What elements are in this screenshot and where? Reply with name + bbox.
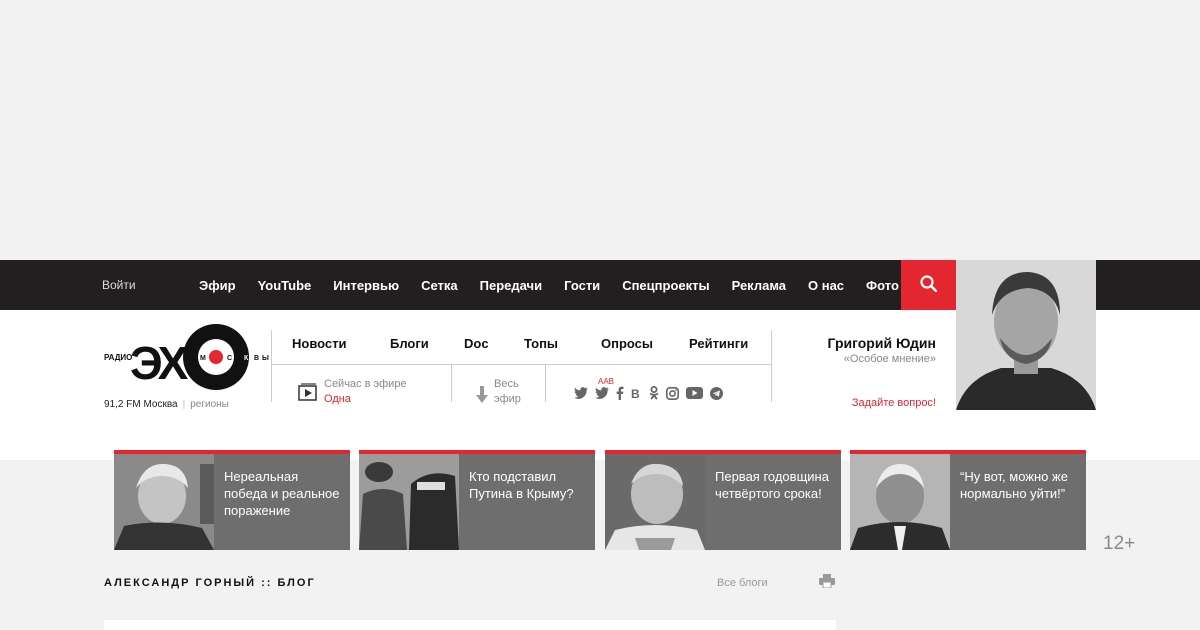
login-link[interactable]: Войти <box>102 278 136 292</box>
news-card-title: Кто подставил Путина в Крыму? <box>469 469 574 501</box>
news-card-image <box>850 454 950 550</box>
news-card-image <box>114 454 214 550</box>
guest-show: «Особое мнение» <box>843 353 936 365</box>
blog-title: АЛЕКСАНДР ГОРНЫЙ :: БЛОГ <box>104 577 316 589</box>
youtube-icon[interactable] <box>686 387 703 399</box>
aab-label: AAB <box>598 377 615 386</box>
ad-space <box>0 0 1200 260</box>
nav-item-efir[interactable]: Эфир <box>199 278 236 293</box>
news-card[interactable]: Кто подставил Путина в Крыму? <box>359 450 595 550</box>
frequency-text: 91,2 FM Москва <box>104 399 178 410</box>
news-card[interactable]: “Ну вот, можно же нормально уйти!” <box>850 450 1086 550</box>
all-air-link[interactable]: Весь <box>494 378 519 390</box>
svg-text:М: М <box>200 355 206 362</box>
nav-item-programs[interactable]: Передачи <box>480 278 542 293</box>
facebook-icon[interactable] <box>616 386 624 400</box>
telegram-icon[interactable] <box>710 386 723 400</box>
on-air-show-link[interactable]: Одна <box>324 393 351 405</box>
divider <box>771 330 772 402</box>
svg-text:К: К <box>244 355 249 362</box>
vk-icon[interactable]: В <box>631 387 642 399</box>
divider <box>451 365 452 402</box>
blog-content-area <box>104 620 836 630</box>
arrow-down-icon[interactable] <box>476 386 488 404</box>
subnav-tops[interactable]: Топы <box>524 336 558 351</box>
twitter-aab-icon[interactable] <box>595 387 609 399</box>
nav-item-schedule[interactable]: Сетка <box>421 278 458 293</box>
twitter-icon[interactable] <box>574 387 588 399</box>
odnoklassniki-icon[interactable] <box>649 386 659 400</box>
news-card[interactable]: Первая годовщина четвёртого срока! <box>605 450 841 550</box>
nav-item-youtube[interactable]: YouTube <box>258 278 312 293</box>
all-blogs-link[interactable]: Все блоги <box>717 577 768 589</box>
ask-question-link[interactable]: Задайте вопрос! <box>852 397 936 409</box>
guest-photo[interactable] <box>956 260 1096 410</box>
search-icon <box>920 275 937 292</box>
nav-item-photo[interactable]: Фото <box>866 278 899 293</box>
news-card-image <box>605 454 705 550</box>
news-card-title: Первая годовщина четвёртого срока! <box>715 469 829 501</box>
search-button[interactable] <box>901 260 956 310</box>
divider <box>272 364 771 365</box>
nav-item-interviews[interactable]: Интервью <box>333 278 399 293</box>
instagram-icon[interactable] <box>666 386 679 400</box>
on-air-label: Сейчас в эфире <box>324 378 407 390</box>
svg-text:В: В <box>254 355 259 362</box>
subnav-polls[interactable]: Опросы <box>601 336 653 351</box>
social-links: В <box>574 386 723 400</box>
nav-item-ads[interactable]: Реклама <box>732 278 786 293</box>
subnav-blogs[interactable]: Блоги <box>390 336 429 351</box>
svg-text:С: С <box>227 355 232 362</box>
subnav-news[interactable]: Новости <box>292 336 347 351</box>
news-card-title: Нереальная победа и реальное поражение <box>224 469 340 518</box>
news-card[interactable]: Нереальная победа и реальное поражение <box>114 450 350 550</box>
frequency-separator: | <box>182 399 186 410</box>
news-card-title: “Ну вот, можно же нормально уйти!” <box>960 469 1068 501</box>
regions-link[interactable]: регионы <box>190 399 229 410</box>
divider <box>545 365 546 402</box>
divider <box>271 330 272 402</box>
echo-logo[interactable]: РАДИО ЭХО М С К В Ы <box>104 323 272 393</box>
svg-text:Ы: Ы <box>262 355 269 362</box>
age-rating: 12+ <box>1103 533 1136 554</box>
frequency-line: 91,2 FM Москва | регионы <box>104 399 229 410</box>
subnav-doc[interactable]: Doc <box>464 336 489 351</box>
subnav-ratings[interactable]: Рейтинги <box>689 336 748 351</box>
nav-item-special[interactable]: Спецпроекты <box>622 278 709 293</box>
svg-text:РАДИО: РАДИО <box>104 353 132 362</box>
guest-name[interactable]: Григорий Юдин <box>828 335 936 351</box>
main-nav: Эфир YouTube Интервью Сетка Передачи Гос… <box>199 260 901 310</box>
news-card-image <box>359 454 459 550</box>
all-air-link-line2[interactable]: эфир <box>494 393 521 405</box>
play-icon[interactable] <box>298 383 318 401</box>
nav-item-about[interactable]: О нас <box>808 278 844 293</box>
nav-item-guests[interactable]: Гости <box>564 278 600 293</box>
print-icon[interactable] <box>819 574 835 588</box>
svg-text:В: В <box>631 387 640 399</box>
